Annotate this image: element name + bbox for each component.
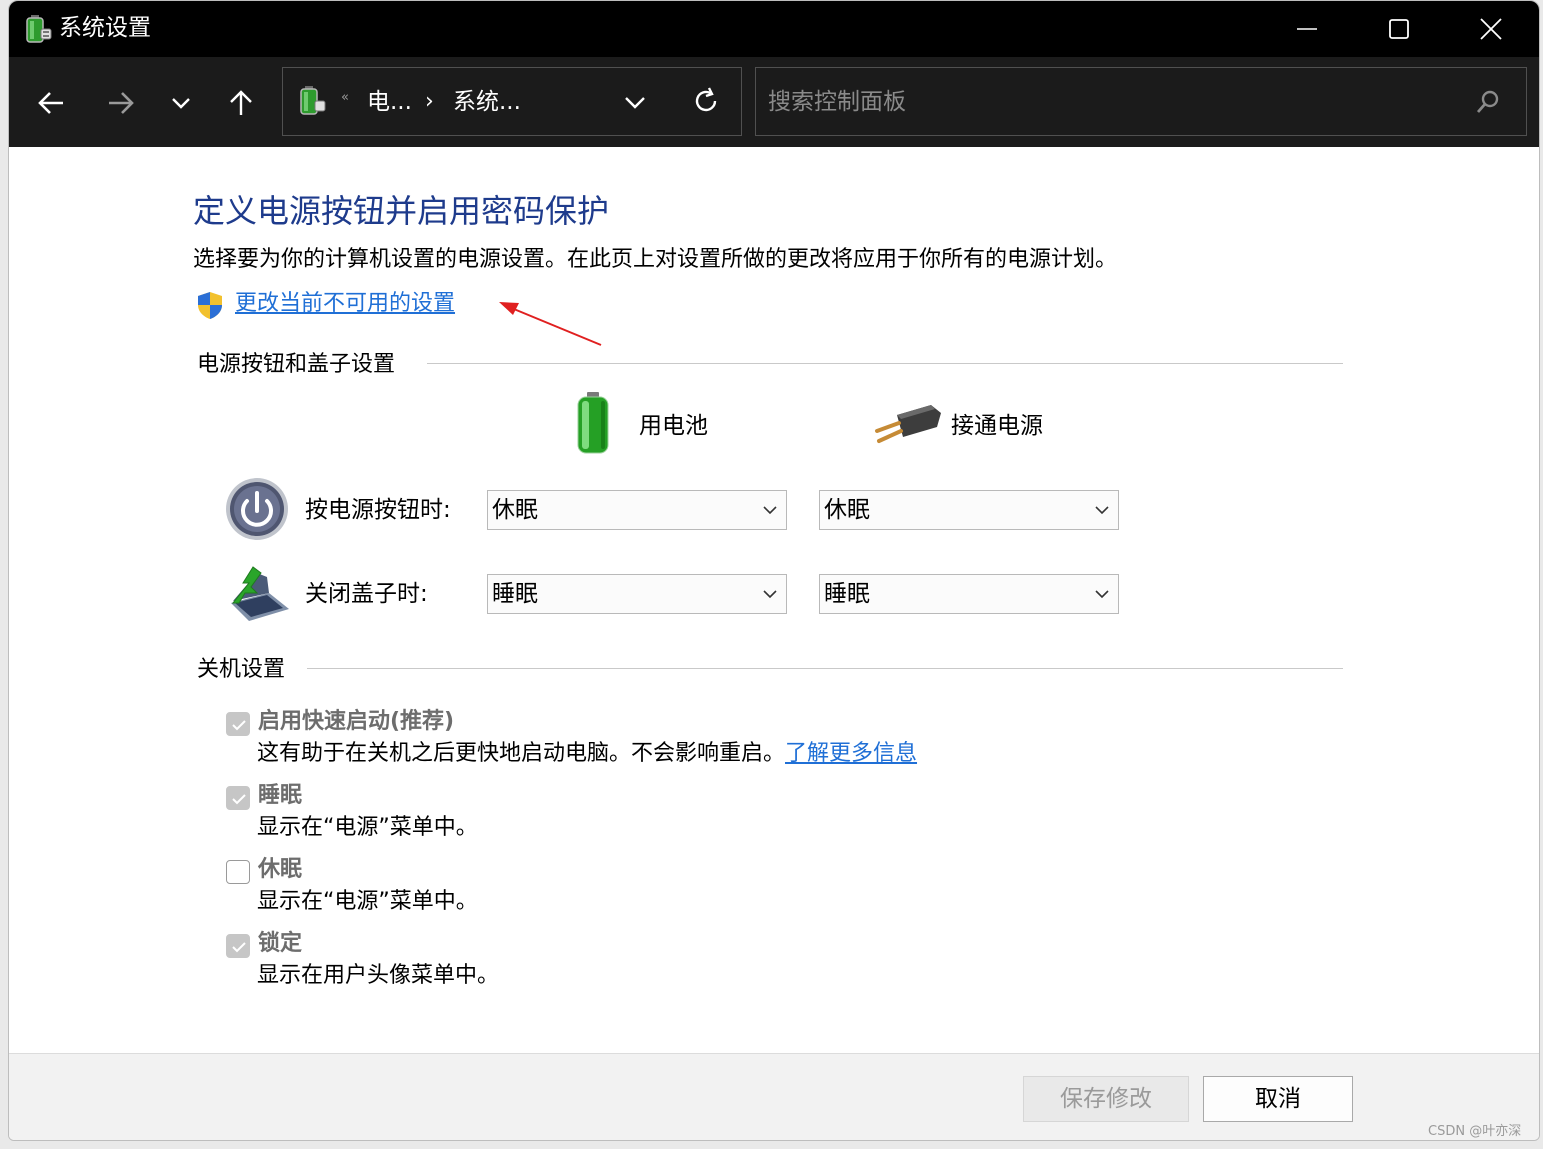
fast-startup-checkbox[interactable]	[226, 712, 250, 736]
page-description: 选择要为你的计算机设置的电源设置。在此页上对设置所做的更改将应用于你所有的电源计…	[193, 247, 1118, 272]
learn-more-link[interactable]: 了解更多信息	[785, 741, 917, 766]
arrow-right-icon	[109, 92, 134, 114]
annotation-arrow	[499, 302, 602, 346]
up-button[interactable]	[219, 83, 263, 123]
power-button-battery-select[interactable]: 休眠	[487, 490, 787, 530]
fast-startup-description: 这有助于在关机之后更快地启动电脑。不会影响重启。了解更多信息	[257, 739, 917, 769]
fast-startup-desc-text: 这有助于在关机之后更快地启动电脑。不会影响重启。	[257, 741, 786, 766]
address-bar[interactable]: « 电... › 系统...	[282, 67, 742, 136]
hibernate-title: 休眠	[258, 857, 303, 882]
power-lid-section-title: 电源按钮和盖子设置	[197, 352, 396, 377]
power-button-plugged-value: 休眠	[824, 497, 870, 523]
fast-startup-title: 启用快速启动(推荐)	[258, 709, 455, 734]
control-panel-window: 系统设置 « 电... › 系统... 搜索控制面板 定义电源按钮并启用密码保护…	[8, 0, 1540, 1141]
lid-close-plugged-value: 睡眠	[824, 581, 870, 607]
navigation-bar: « 电... › 系统... 搜索控制面板	[9, 57, 1539, 147]
back-button[interactable]	[29, 83, 73, 123]
lock-title: 锁定	[258, 931, 303, 956]
recent-locations-button[interactable]	[159, 83, 203, 123]
lock-description: 显示在用户头像菜单中。	[257, 963, 500, 988]
save-changes-button[interactable]: 保存修改	[1023, 1076, 1189, 1122]
shutdown-section-title: 关机设置	[197, 657, 286, 682]
power-button-icon	[226, 478, 288, 540]
battery-settings-icon	[26, 15, 52, 43]
lid-close-plugged-select[interactable]: 睡眠	[819, 574, 1119, 614]
chevron-down-icon	[763, 590, 777, 599]
page-title: 定义电源按钮并启用密码保护	[193, 192, 610, 230]
change-unavailable-settings-link[interactable]: 更改当前不可用的设置	[235, 289, 455, 319]
chevron-down-icon	[1095, 590, 1109, 599]
checkmark-icon	[232, 794, 246, 805]
cancel-button[interactable]: 取消	[1203, 1076, 1353, 1122]
sleep-checkbox[interactable]	[226, 786, 250, 810]
forward-button[interactable]	[99, 83, 143, 123]
power-button-plugged-select[interactable]: 休眠	[819, 490, 1119, 530]
lock-checkbox[interactable]	[226, 934, 250, 958]
sleep-description: 显示在“电源”菜单中。	[257, 815, 478, 840]
title-bar: 系统设置	[9, 1, 1539, 57]
minimize-icon	[1297, 28, 1317, 30]
close-icon	[1480, 18, 1502, 40]
chevron-down-icon	[763, 506, 777, 515]
section-divider	[427, 363, 1343, 364]
maximize-button[interactable]	[1353, 1, 1445, 57]
power-button-label: 按电源按钮时:	[305, 497, 451, 523]
breadcrumb-system-settings[interactable]: 系统...	[453, 85, 521, 119]
lid-close-battery-value: 睡眠	[492, 581, 538, 607]
hibernate-description: 显示在“电源”菜单中。	[257, 889, 478, 914]
watermark: CSDN @叶亦深	[1428, 1124, 1522, 1139]
sleep-title: 睡眠	[258, 783, 303, 808]
window-title: 系统设置	[59, 15, 151, 41]
battery-settings-icon	[300, 86, 326, 115]
maximize-icon	[1389, 19, 1409, 39]
minimize-button[interactable]	[1261, 1, 1353, 57]
search-icon[interactable]	[1474, 88, 1502, 116]
uac-shield-icon	[198, 292, 222, 319]
hibernate-checkbox[interactable]	[226, 860, 250, 884]
arrow-left-icon	[38, 92, 63, 114]
breadcrumb-separator[interactable]: ›	[425, 85, 434, 119]
address-dropdown-icon[interactable]	[621, 88, 649, 116]
dialog-footer: 保存修改 取消	[9, 1053, 1539, 1140]
close-button[interactable]	[1445, 1, 1537, 57]
settings-content: 定义电源按钮并启用密码保护 选择要为你的计算机设置的电源设置。在此页上对设置所做…	[9, 147, 1539, 1052]
power-plug-icon	[875, 405, 941, 443]
refresh-icon[interactable]	[691, 86, 721, 116]
checkmark-icon	[232, 720, 246, 731]
checkmark-icon	[232, 942, 246, 953]
search-input[interactable]: 搜索控制面板	[768, 85, 1448, 119]
laptop-lid-icon	[231, 566, 289, 621]
lid-close-battery-select[interactable]: 睡眠	[487, 574, 787, 614]
arrow-up-icon	[230, 90, 252, 115]
power-button-battery-value: 休眠	[492, 497, 538, 523]
section-divider	[307, 668, 1343, 669]
breadcrumb-power[interactable]: 电...	[367, 85, 412, 119]
battery-icon	[577, 392, 609, 454]
search-box[interactable]: 搜索控制面板	[755, 67, 1527, 136]
column-plugged-in: 接通电源	[951, 413, 1043, 439]
chevron-down-icon	[1095, 506, 1109, 515]
chevron-down-icon	[172, 98, 190, 109]
column-battery: 用电池	[639, 413, 708, 439]
address-overflow[interactable]: «	[341, 90, 349, 105]
lid-close-label: 关闭盖子时:	[305, 581, 428, 607]
